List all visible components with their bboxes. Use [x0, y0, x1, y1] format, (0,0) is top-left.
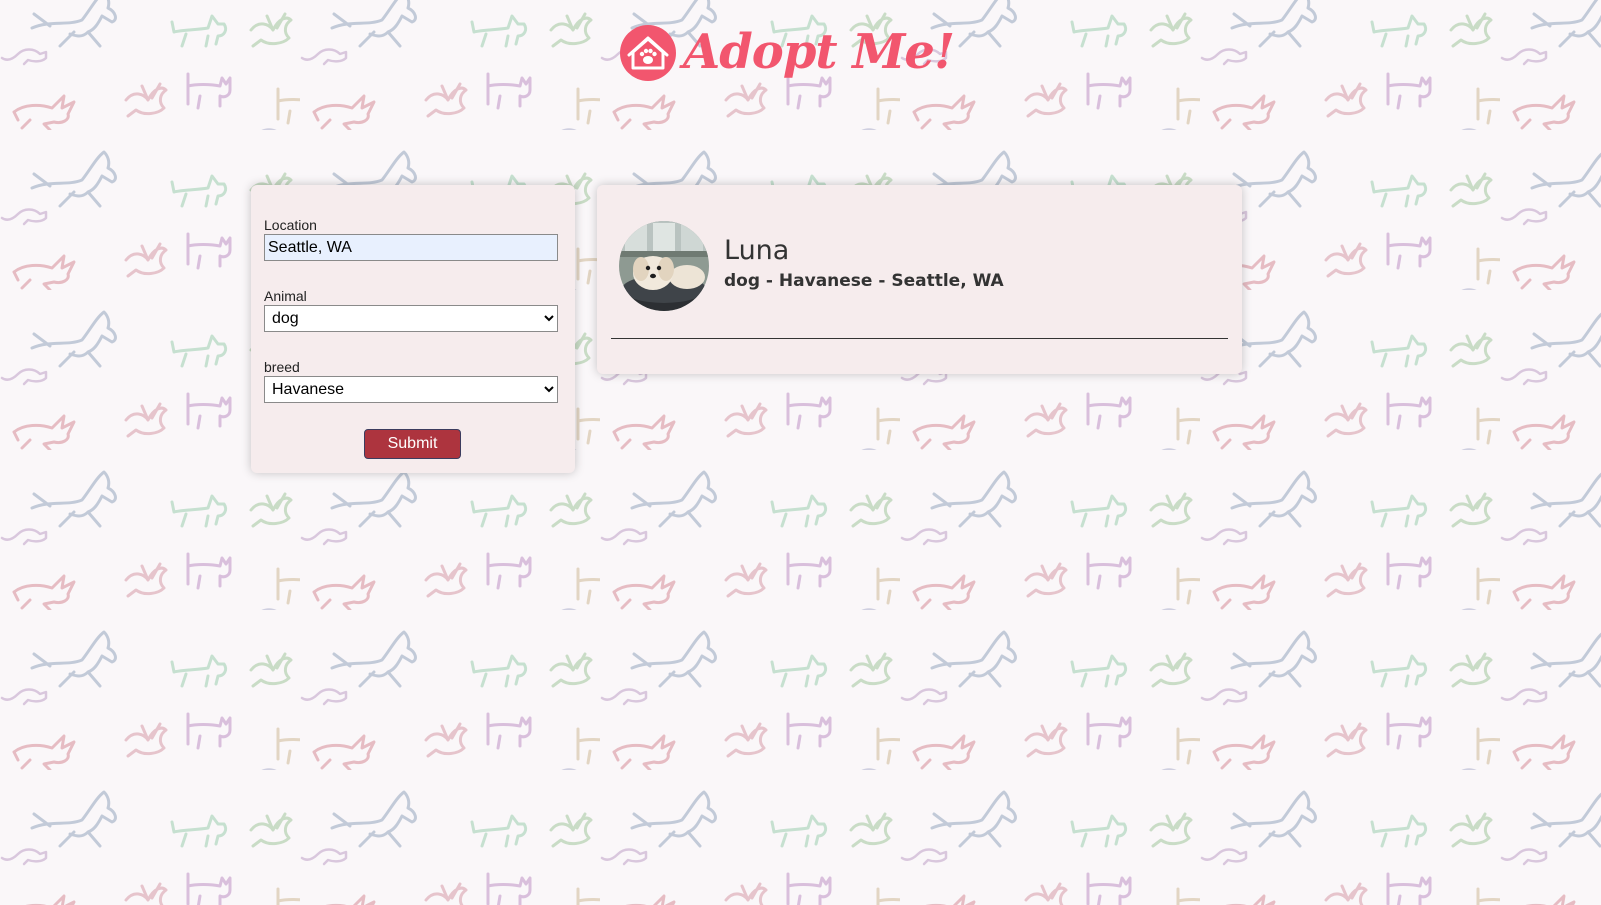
animal-select[interactable]: dog	[264, 305, 558, 332]
pet-card[interactable]: Luna dog - Havanese - Seattle, WA	[611, 205, 1228, 339]
house-paw-icon	[620, 25, 676, 81]
search-results: Luna dog - Havanese - Seattle, WA	[597, 185, 1242, 374]
submit-button[interactable]: Submit	[364, 429, 461, 459]
breed-select[interactable]: Havanese	[264, 376, 558, 403]
pet-name: Luna	[724, 235, 790, 266]
logo-text: Adopt Me!	[683, 24, 955, 80]
pet-info: dog - Havanese - Seattle, WA	[724, 271, 1004, 291]
animal-label: Animal	[264, 288, 307, 304]
pet-photo	[619, 221, 709, 311]
breed-label: breed	[264, 359, 300, 375]
search-form: Location Animal dog breed Havanese Submi…	[251, 185, 575, 473]
location-label: Location	[264, 217, 317, 233]
adopt-me-logo-link[interactable]: Adopt Me!	[619, 22, 955, 94]
location-input[interactable]	[264, 234, 558, 261]
animal-pattern-background	[0, 0, 1601, 905]
